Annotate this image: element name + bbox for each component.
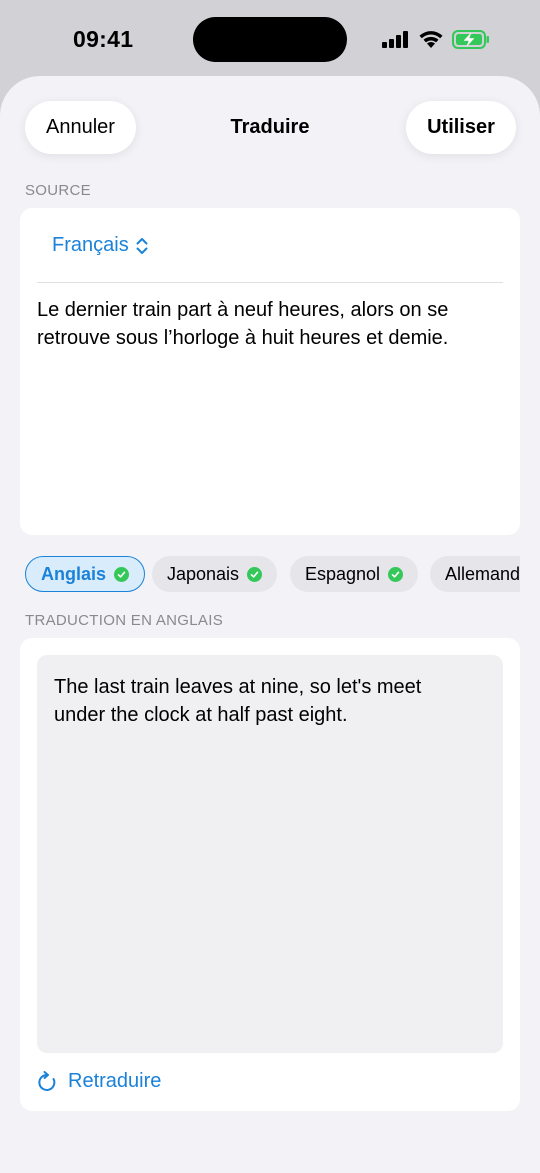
dynamic-island bbox=[193, 17, 347, 62]
chip-label: Japonais bbox=[167, 563, 240, 584]
checkmark-icon bbox=[114, 566, 130, 582]
source-language-label: Français bbox=[52, 234, 129, 256]
chip-label: Espagnol bbox=[305, 563, 381, 584]
retranslate-button[interactable]: Retraduire bbox=[37, 1070, 161, 1093]
source-section-label: SOURCE bbox=[25, 182, 91, 199]
translation-text: The last train leaves at nine, so let's … bbox=[54, 676, 422, 726]
battery-charging-icon bbox=[452, 30, 489, 49]
translation-card: The last train leaves at nine, so let's … bbox=[20, 638, 520, 1111]
chip-espagnol[interactable]: Espagnol bbox=[290, 556, 419, 592]
wifi-icon bbox=[419, 31, 443, 48]
chip-label: Anglais bbox=[41, 563, 107, 584]
retranslate-label: Retraduire bbox=[68, 1070, 162, 1092]
chip-anglais[interactable]: Anglais bbox=[25, 556, 146, 592]
refresh-icon bbox=[38, 1070, 56, 1091]
chip-japonais[interactable]: Japonais bbox=[152, 556, 278, 592]
checkmark-icon bbox=[247, 566, 263, 582]
checkmark-icon bbox=[388, 566, 404, 582]
translate-sheet: Annuler Traduire Utiliser SOURCE Françai… bbox=[0, 76, 540, 1173]
translation-output[interactable]: The last train leaves at nine, so let's … bbox=[37, 655, 503, 1053]
translation-section-label: TRADUCTION EN ANGLAIS bbox=[25, 612, 223, 629]
status-bar: 09:41 bbox=[0, 0, 540, 76]
chevron-updown-icon bbox=[136, 237, 148, 254]
chip-allemand[interactable]: Allemand bbox=[430, 556, 520, 592]
source-text-input[interactable]: Le dernier train part à neuf heures, alo… bbox=[37, 296, 490, 352]
signal-icon bbox=[382, 31, 408, 48]
source-card: Français Le dernier train part à neuf he… bbox=[20, 208, 520, 535]
use-button[interactable]: Utiliser bbox=[406, 101, 516, 154]
target-language-chips: Anglais Japonais Espagnol Allemand bbox=[25, 556, 520, 592]
source-language-select[interactable]: Français bbox=[52, 234, 149, 257]
chip-label: Allemand bbox=[445, 563, 520, 584]
status-time: 09:41 bbox=[73, 26, 134, 52]
divider bbox=[37, 282, 503, 283]
